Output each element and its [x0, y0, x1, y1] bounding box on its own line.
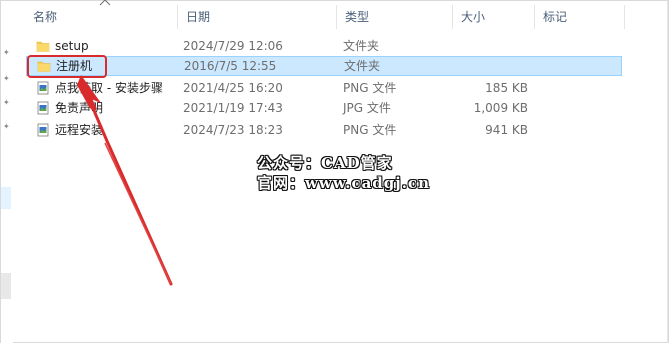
file-row-keygen[interactable]: 注册机 2016/7/5 12:55 文件夹 [26, 56, 622, 76]
file-size: 185 KB [485, 81, 528, 95]
image-file-icon [37, 81, 49, 95]
file-row-install-steps[interactable]: 点我获取 - 安装步骤 2021/4/25 16:20 PNG 文件 185 K… [26, 78, 622, 98]
column-name[interactable]: 名称 [25, 1, 175, 31]
file-name: setup [55, 39, 89, 53]
folder-icon [36, 41, 50, 52]
pin-icon[interactable]: ✦ [3, 99, 10, 107]
file-type: JPG 文件 [343, 101, 391, 115]
pin-icon[interactable]: ✦ [3, 75, 10, 83]
nav-selected-item[interactable] [1, 187, 11, 209]
file-type: 文件夹 [343, 39, 380, 53]
file-name: 远程安装 [55, 123, 104, 137]
watermark-website: 官网：www.cadgj.cn [257, 174, 430, 192]
pin-icon[interactable]: ✦ [3, 123, 10, 131]
file-row-disclaimer[interactable]: 免责声明 2021/1/19 17:43 JPG 文件 1,009 KB [26, 98, 622, 118]
file-type: PNG 文件 [343, 123, 397, 137]
file-date: 2021/1/19 17:43 [183, 101, 283, 115]
file-type: PNG 文件 [343, 81, 397, 95]
column-header: 名称 日期 类型 大小 标记 [25, 0, 665, 31]
column-size[interactable]: 大小 [453, 1, 535, 31]
file-explorer-window: ✦ ✦ ✦ ✦ 名称 日期 类型 大小 标记 setup 2024/7/29 1… [0, 0, 669, 343]
file-size: 941 KB [485, 123, 528, 137]
column-divider[interactable] [624, 5, 625, 29]
file-date: 2024/7/23 18:23 [183, 123, 283, 137]
file-date: 2016/7/5 12:55 [184, 59, 277, 73]
column-tags[interactable]: 标记 [535, 1, 625, 31]
window-right-border [667, 1, 668, 343]
image-file-icon [37, 123, 49, 137]
image-file-icon [37, 101, 49, 115]
column-type[interactable]: 类型 [337, 1, 452, 31]
file-name: 免责声明 [55, 101, 104, 115]
nav-scroll-thumb[interactable] [1, 273, 11, 299]
file-name: 点我获取 - 安装步骤 [55, 81, 163, 95]
file-date: 2021/4/25 16:20 [183, 81, 283, 95]
file-size: 1,009 KB [473, 101, 528, 115]
annotation-highlight-box [27, 55, 107, 78]
file-size [458, 36, 528, 56]
file-size [459, 56, 529, 76]
file-row-remote-install[interactable]: 远程安装 2024/7/23 18:23 PNG 文件 941 KB [26, 120, 622, 140]
file-date: 2024/7/29 12:06 [183, 39, 283, 53]
watermark-wechat: 公众号：CAD管家 [257, 154, 393, 172]
file-row-setup[interactable]: setup 2024/7/29 12:06 文件夹 [26, 36, 622, 56]
pin-icon[interactable]: ✦ [3, 49, 10, 57]
file-type: 文件夹 [344, 59, 381, 73]
column-date[interactable]: 日期 [178, 1, 336, 31]
navigation-pane: ✦ ✦ ✦ ✦ [1, 1, 13, 343]
